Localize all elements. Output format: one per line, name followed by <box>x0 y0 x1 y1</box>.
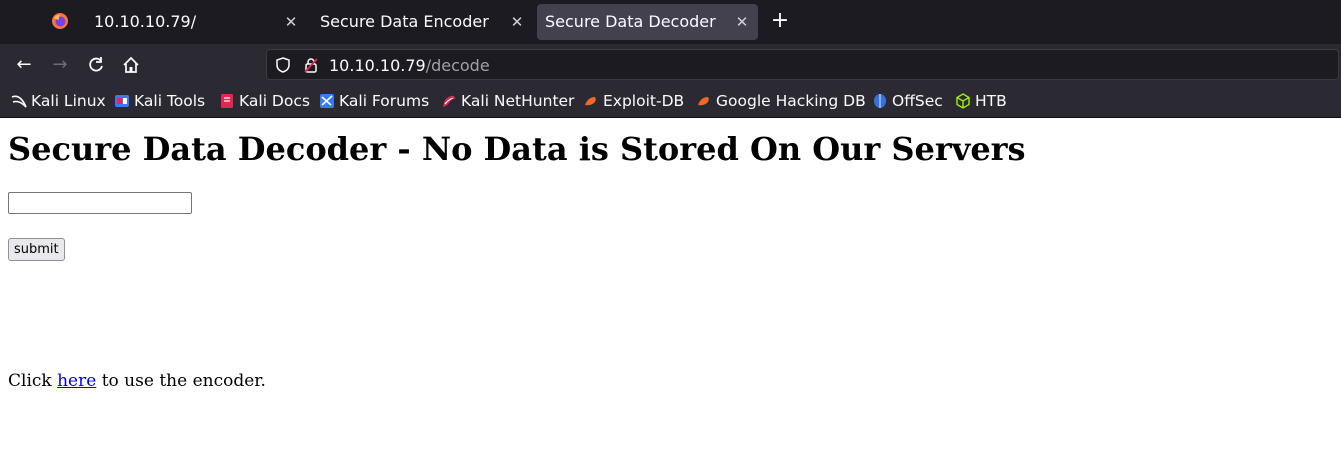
bookmark-kali-linux[interactable]: Kali Linux <box>11 91 106 111</box>
tab-title: Secure Data Decoder <box>545 12 716 31</box>
bookmark-kali-nethunter[interactable]: Kali NetHunter <box>441 91 574 111</box>
decode-input[interactable] <box>8 192 192 214</box>
bookmark-label: Kali Forums <box>339 92 430 110</box>
insecure-lock-icon[interactable] <box>302 56 320 74</box>
bookmark-label: HTB <box>975 92 1007 110</box>
bookmark-label: Kali NetHunter <box>461 92 575 110</box>
forward-icon[interactable]: → <box>49 54 71 76</box>
exploit-db-icon <box>585 97 596 106</box>
tab-home[interactable]: 10.10.10.79/ ✕ <box>86 4 306 40</box>
kali-docs-icon <box>221 94 233 108</box>
offsec-icon <box>874 94 886 108</box>
close-tab-icon[interactable]: ✕ <box>508 13 526 31</box>
plus-icon[interactable]: + <box>770 10 790 32</box>
page-content: Secure Data Decoder - No Data is Stored … <box>0 118 1341 391</box>
encoder-link-line: Click here to use the encoder. <box>8 371 266 391</box>
page-title: Secure Data Decoder - No Data is Stored … <box>8 130 1026 168</box>
bookmark-label: OffSec <box>892 92 943 110</box>
bookmark-htb[interactable]: HTB <box>955 91 1007 111</box>
bookmark-label: Google Hacking DB <box>716 92 866 110</box>
bookmark-label: Kali Tools <box>134 92 206 110</box>
encoder-link[interactable]: here <box>57 371 96 391</box>
footer-text-after: to use the encoder. <box>96 371 266 391</box>
kali-forums-icon <box>320 94 334 108</box>
url-path: /decode <box>425 56 490 75</box>
ghdb-icon <box>698 97 709 106</box>
close-tab-icon[interactable]: ✕ <box>733 13 751 31</box>
kali-nethunter-icon <box>443 95 455 107</box>
tab-title: 10.10.10.79/ <box>94 12 197 31</box>
tab-title: Secure Data Encoder <box>320 12 489 31</box>
bookmarks-toolbar: Kali Linux Kali Tools Kali Docs Kali For… <box>0 85 1341 118</box>
tracking-protection-shield-icon[interactable] <box>274 56 292 74</box>
bookmark-label: Kali Docs <box>239 92 310 110</box>
kali-dragon-icon <box>11 95 27 108</box>
bookmark-label: Exploit-DB <box>603 92 685 110</box>
tab-decoder[interactable]: Secure Data Decoder ✕ <box>537 4 758 40</box>
url-host: 10.10.10.79 <box>329 56 426 75</box>
kali-tools-icon <box>115 95 129 107</box>
bookmark-kali-forums[interactable]: Kali Forums <box>319 91 429 111</box>
tab-encoder[interactable]: Secure Data Encoder ✕ <box>312 4 532 40</box>
reload-icon[interactable] <box>85 54 107 76</box>
bookmark-google-hacking-db[interactable]: Google Hacking DB <box>696 91 866 111</box>
back-icon[interactable]: ← <box>13 54 35 76</box>
bookmark-kali-docs[interactable]: Kali Docs <box>219 91 310 111</box>
bookmark-exploit-db[interactable]: Exploit-DB <box>583 91 684 111</box>
navigation-bar: ← → 10.10.10.79/decode <box>0 44 1341 85</box>
home-icon[interactable] <box>120 54 142 76</box>
url-text: 10.10.10.79/decode <box>329 56 490 75</box>
bookmark-offsec[interactable]: OffSec <box>872 91 943 111</box>
htb-cube-icon <box>956 93 970 109</box>
footer-text-before: Click <box>8 371 58 391</box>
tab-strip: 10.10.10.79/ ✕ Secure Data Encoder ✕ Sec… <box>0 0 1341 44</box>
url-bar[interactable]: 10.10.10.79/decode <box>266 49 1339 80</box>
bookmark-label: Kali Linux <box>31 92 106 110</box>
submit-button[interactable]: submit <box>8 238 65 261</box>
bookmark-kali-tools[interactable]: Kali Tools <box>114 91 205 111</box>
firefox-menu-icon[interactable] <box>51 12 69 30</box>
close-tab-icon[interactable]: ✕ <box>282 13 300 31</box>
